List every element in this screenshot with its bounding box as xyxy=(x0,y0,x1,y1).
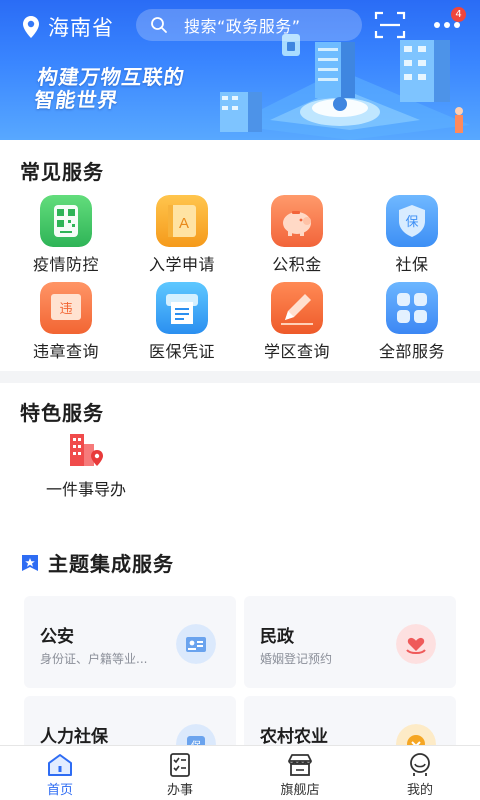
banner-title-line1: 构建万物互联的 xyxy=(36,65,187,89)
insurance-shield-icon: 保 xyxy=(386,195,438,247)
header-banner: 海南省 搜索“政务服务” 4 构建万物互联的 智能世界 xyxy=(0,0,480,140)
top-bar: 海南省 搜索“政务服务” 4 xyxy=(0,0,480,50)
tab-services[interactable]: 办事 xyxy=(120,746,240,800)
more-dot-icon xyxy=(434,22,440,28)
search-placeholder: 搜索“政务服务” xyxy=(184,17,301,36)
service-medical-insurance[interactable]: 医保凭证 xyxy=(128,282,238,362)
id-card-icon xyxy=(176,624,216,664)
service-label: 违章查询 xyxy=(32,342,99,361)
service-label: 医保凭证 xyxy=(148,342,215,361)
topic-card-public-security[interactable]: 公安 身份证、户籍等业... xyxy=(24,596,236,688)
service-school-enrollment[interactable]: A 入学申请 xyxy=(128,195,238,275)
service-epidemic[interactable]: 疫情防控 xyxy=(12,195,122,275)
service-label: 入学申请 xyxy=(148,255,215,274)
topic-services-header: 主题集成服务 xyxy=(20,548,174,577)
tab-label: 首页 xyxy=(46,783,73,798)
card-title: 人力社保 xyxy=(40,727,108,747)
book-icon: A xyxy=(156,195,208,247)
heart-hands-icon xyxy=(396,624,436,664)
grid-icon xyxy=(386,282,438,334)
service-all[interactable]: 全部服务 xyxy=(358,282,468,362)
tab-label: 办事 xyxy=(166,783,193,798)
building-location-icon xyxy=(70,434,103,466)
piggy-bank-icon xyxy=(271,195,323,247)
location-selector[interactable]: 海南省 xyxy=(22,12,114,42)
tab-home[interactable]: 首页 xyxy=(0,746,120,800)
topic-services-title: 主题集成服务 xyxy=(48,552,174,576)
tab-label: 我的 xyxy=(406,783,433,798)
service-one-stop-guide[interactable]: 一件事导办 xyxy=(30,430,142,500)
tab-flagship-store[interactable]: 旗舰店 xyxy=(240,746,360,800)
search-icon xyxy=(151,17,167,33)
notification-badge: 4 xyxy=(451,7,466,22)
qr-code-icon xyxy=(40,195,92,247)
service-social-security[interactable]: 保 社保 xyxy=(358,195,468,275)
service-label: 公积金 xyxy=(272,255,322,274)
tab-profile[interactable]: 我的 xyxy=(360,746,480,800)
service-housing-fund[interactable]: 公积金 xyxy=(243,195,353,275)
service-label: 疫情防控 xyxy=(32,255,99,274)
featured-services-title: 特色服务 xyxy=(20,401,104,425)
store-icon xyxy=(288,754,312,776)
svg-text:A: A xyxy=(179,215,189,232)
scan-icon[interactable] xyxy=(374,10,406,40)
service-label: 全部服务 xyxy=(378,342,445,361)
card-title: 公安 xyxy=(40,627,74,647)
pencil-icon xyxy=(271,282,323,334)
more-dot-icon xyxy=(454,22,460,28)
section-divider xyxy=(0,371,480,383)
service-school-district[interactable]: 学区查询 xyxy=(243,282,353,362)
card-subtitle: 婚姻登记预约 xyxy=(260,652,333,666)
svg-text:违: 违 xyxy=(59,302,72,317)
search-input[interactable]: 搜索“政务服务” xyxy=(136,9,362,41)
service-traffic-violation[interactable]: 违 违章查询 xyxy=(12,282,122,362)
profile-icon xyxy=(410,753,430,776)
feature-label: 一件事导办 xyxy=(45,480,126,499)
svg-text:保: 保 xyxy=(405,215,418,230)
more-dot-icon xyxy=(444,22,450,28)
common-services-title: 常见服务 xyxy=(20,160,104,184)
receipt-icon xyxy=(156,282,208,334)
checklist-icon xyxy=(170,753,190,777)
service-label: 社保 xyxy=(395,255,429,274)
traffic-ticket-icon: 违 xyxy=(40,282,92,334)
topic-card-civil-affairs[interactable]: 民政 婚姻登记预约 xyxy=(244,596,456,688)
tab-label: 旗舰店 xyxy=(280,783,320,798)
service-label: 学区查询 xyxy=(263,342,330,361)
banner-slogan[interactable]: 构建万物互联的 智能世界 xyxy=(32,65,187,112)
home-icon xyxy=(48,754,72,776)
location-pin-icon xyxy=(23,16,39,38)
card-title: 民政 xyxy=(260,627,294,647)
location-label: 海南省 xyxy=(48,16,114,40)
banner-title-line2: 智能世界 xyxy=(32,88,121,112)
card-title: 农村农业 xyxy=(260,727,328,747)
bottom-tab-bar: 首页 办事 旗舰店 我的 xyxy=(0,745,480,800)
bookmark-flag-icon xyxy=(22,554,38,571)
card-subtitle: 身份证、户籍等业... xyxy=(40,652,148,666)
